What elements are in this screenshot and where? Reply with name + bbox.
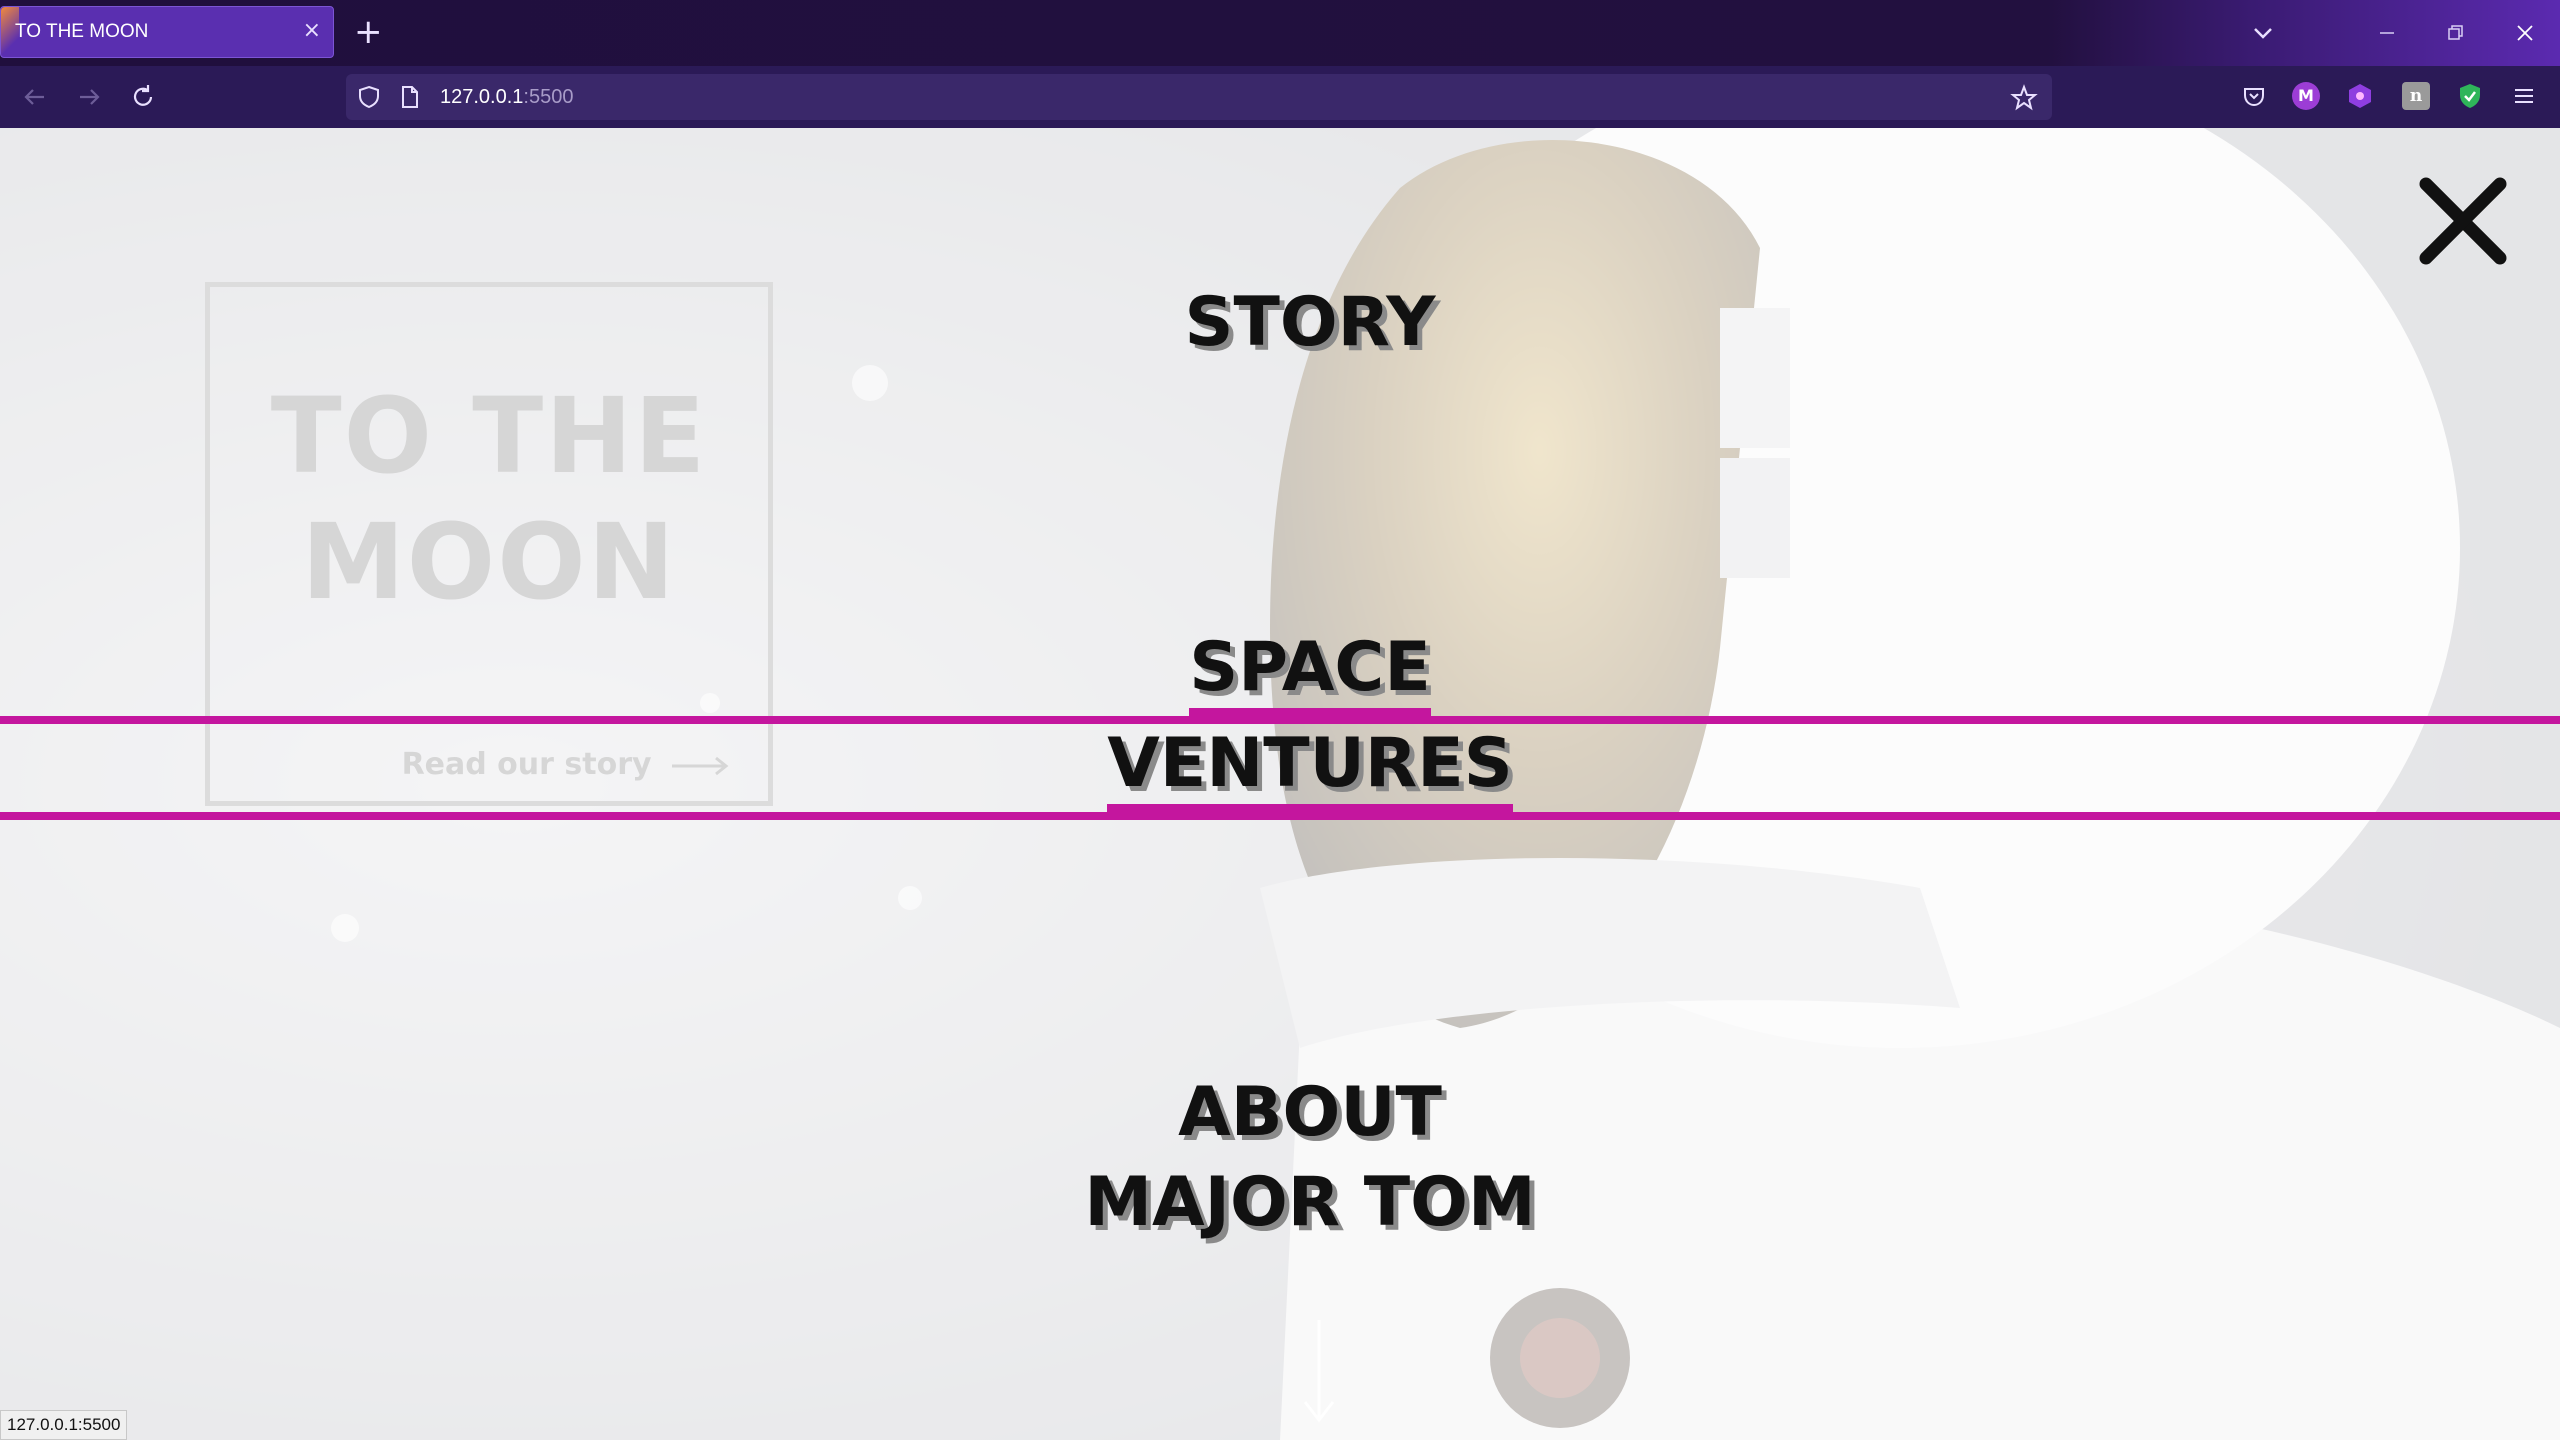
- hero-title: TO THE MOON: [210, 373, 768, 625]
- extension-m-icon[interactable]: M: [2292, 82, 2320, 110]
- window-close-icon[interactable]: [2510, 18, 2540, 48]
- extension-hexagon-icon[interactable]: [2346, 82, 2374, 110]
- shield-icon[interactable]: [356, 84, 382, 110]
- back-arrow-icon[interactable]: [18, 80, 52, 114]
- menu-item-space-ventures[interactable]: SPACE VENTURES: [0, 628, 2560, 820]
- tab-title: TO THE MOON: [15, 21, 149, 42]
- url-text[interactable]: 127.0.0.1:5500: [440, 86, 573, 109]
- reload-icon[interactable]: [126, 80, 160, 114]
- menu-item-about-major-tom[interactable]: ABOUT MAJOR TOM: [0, 1068, 2560, 1248]
- scroll-down-arrow-icon[interactable]: [1300, 1318, 1338, 1428]
- url-host: 127.0.0.1: [440, 86, 524, 108]
- tab-bar: TO THE MOON × +: [0, 0, 2560, 66]
- new-tab-button[interactable]: +: [354, 12, 383, 52]
- list-tabs-chevron-icon[interactable]: [2246, 16, 2280, 50]
- extension-n-icon[interactable]: n: [2402, 82, 2430, 110]
- hero-title-line-2: MOON: [301, 501, 677, 623]
- pocket-icon[interactable]: [2240, 82, 2268, 110]
- menu-item-about-label: ABOUT: [1178, 1073, 1442, 1152]
- menu-hamburger-icon[interactable]: [2510, 82, 2538, 110]
- bookmark-star-icon[interactable]: [2010, 84, 2038, 112]
- link-status-tooltip: 127.0.0.1:5500: [0, 1410, 128, 1440]
- navigation-toolbar: 127.0.0.1:5500 M n: [0, 66, 2560, 128]
- menu-item-major-tom-label: MAJOR TOM: [1084, 1163, 1536, 1242]
- menu-item-story[interactable]: STORY: [0, 278, 2560, 368]
- url-port: :5500: [523, 86, 574, 108]
- forward-arrow-icon[interactable]: [72, 80, 106, 114]
- address-bar[interactable]: 127.0.0.1:5500: [346, 74, 2052, 120]
- page-icon: [402, 86, 418, 108]
- extension-shield-check-icon[interactable]: [2456, 82, 2484, 110]
- menu-item-space-label: SPACE: [1189, 628, 1431, 716]
- page-viewport: TO THE MOON Read our story STORY SPACE V…: [0, 128, 2560, 1440]
- close-menu-icon[interactable]: [2418, 176, 2508, 266]
- menu-item-ventures-label: VENTURES: [1107, 724, 1513, 812]
- hero-title-line-1: TO THE: [270, 375, 708, 497]
- browser-tab[interactable]: TO THE MOON ×: [0, 6, 334, 59]
- tab-close-icon[interactable]: ×: [303, 19, 321, 43]
- minimize-icon[interactable]: [2372, 18, 2402, 48]
- menu-item-story-label: STORY: [1184, 283, 1436, 362]
- restore-icon[interactable]: [2440, 18, 2470, 48]
